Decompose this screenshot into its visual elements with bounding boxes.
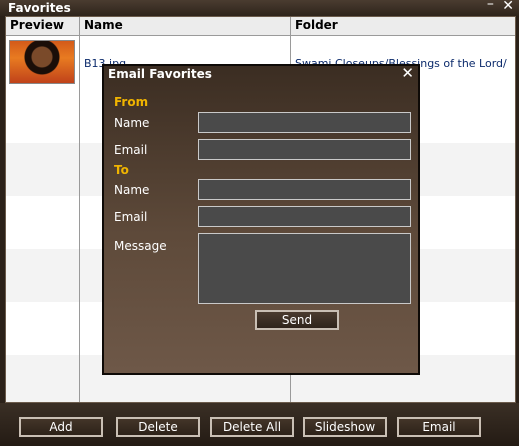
column-header-name[interactable]: Name	[80, 17, 291, 35]
minimize-icon[interactable]: –	[487, 0, 494, 12]
message-label: Message	[114, 239, 167, 253]
from-section-label: From	[114, 95, 149, 109]
dialog-close-icon[interactable]: ✕	[401, 64, 414, 82]
close-icon[interactable]: ✕	[502, 0, 514, 14]
column-header-preview[interactable]: Preview	[6, 17, 80, 35]
from-email-field[interactable]	[198, 139, 411, 160]
action-bar: Add Delete Delete All Slideshow Email	[0, 403, 519, 446]
from-name-field[interactable]	[198, 112, 411, 133]
table-header: Preview Name Folder	[6, 17, 515, 36]
to-name-field[interactable]	[198, 179, 411, 200]
to-section-label: To	[114, 163, 129, 177]
slideshow-button[interactable]: Slideshow	[303, 417, 387, 437]
favorites-window: Favorites – ✕ Preview Name Folder B13.jp…	[0, 0, 519, 446]
column-divider	[79, 35, 80, 402]
preview-thumbnail[interactable]	[9, 40, 75, 84]
to-email-field[interactable]	[198, 206, 411, 227]
dialog-title: Email Favorites	[108, 67, 212, 81]
from-name-label: Name	[114, 116, 150, 130]
window-controls: – ✕	[483, 0, 514, 14]
column-header-folder[interactable]: Folder	[291, 17, 515, 35]
window-title: Favorites	[8, 1, 71, 15]
delete-button[interactable]: Delete	[116, 417, 200, 437]
to-name-label: Name	[114, 183, 150, 197]
title-bar[interactable]: Favorites – ✕	[0, 0, 519, 16]
add-button[interactable]: Add	[19, 417, 103, 437]
from-email-label: Email	[114, 143, 148, 157]
message-textarea[interactable]	[198, 233, 411, 304]
send-button[interactable]: Send	[255, 310, 339, 330]
email-button[interactable]: Email	[397, 417, 481, 437]
email-favorites-dialog: Email Favorites ✕ From Name Email To Nam…	[102, 64, 420, 375]
to-email-label: Email	[114, 210, 148, 224]
delete-all-button[interactable]: Delete All	[210, 417, 294, 437]
